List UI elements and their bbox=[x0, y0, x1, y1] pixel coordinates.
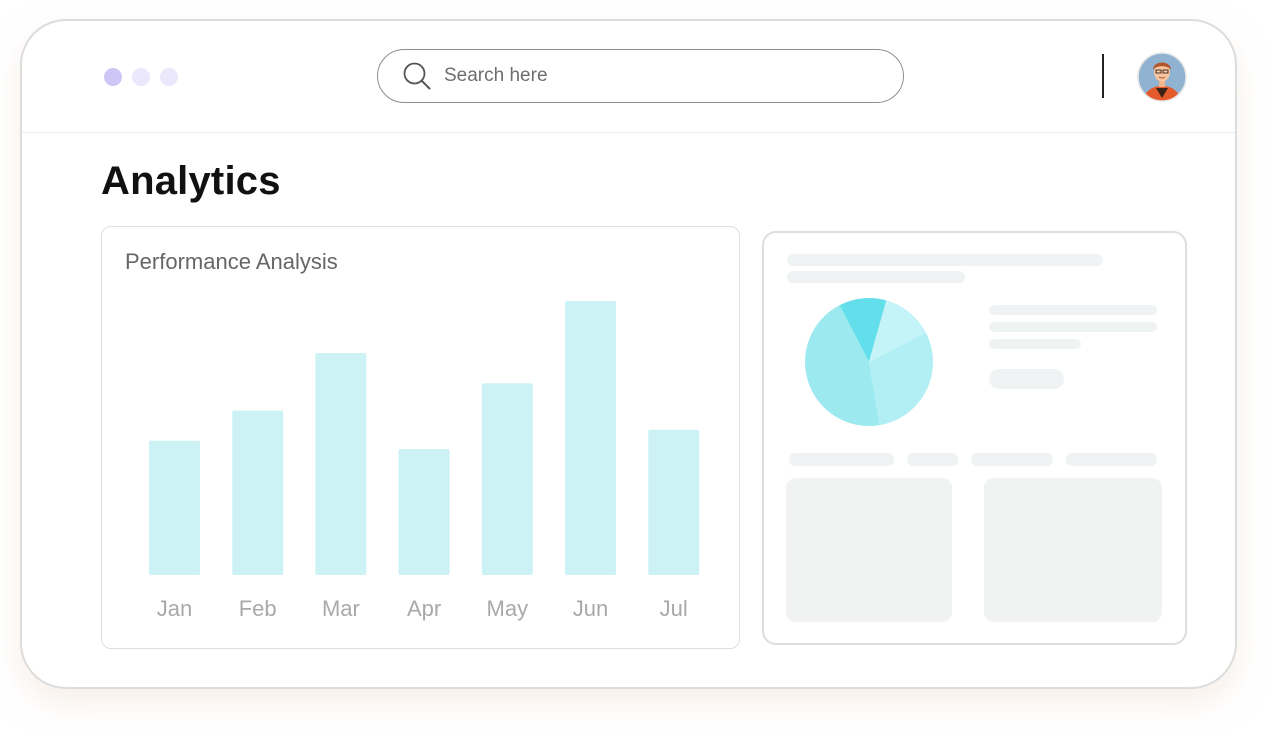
window-dot-3[interactable] bbox=[160, 68, 178, 86]
window-dot-2[interactable] bbox=[132, 68, 150, 86]
skeleton-line bbox=[989, 305, 1157, 315]
skeleton-line bbox=[989, 339, 1081, 349]
performance-bar-chart: Jan Feb Mar Apr May Jun Jul bbox=[149, 301, 700, 621]
skeleton-tab bbox=[907, 453, 958, 466]
bar-jul bbox=[648, 429, 700, 575]
top-bar bbox=[22, 21, 1235, 133]
page-title: Analytics bbox=[101, 159, 281, 203]
skeleton-tab bbox=[971, 453, 1053, 466]
person-avatar-icon[interactable] bbox=[1137, 52, 1187, 102]
x-tick-label: Feb bbox=[239, 596, 277, 621]
skeleton-panel bbox=[984, 478, 1162, 622]
bar-jun bbox=[565, 301, 616, 575]
summary-pie-chart bbox=[805, 298, 933, 426]
search-bar[interactable] bbox=[377, 49, 904, 103]
skeleton-pill bbox=[989, 369, 1064, 389]
performance-card: Performance Analysis Jan Feb Mar Apr May Jun J… bbox=[101, 226, 740, 649]
skeleton-panel bbox=[786, 478, 952, 622]
bar-apr bbox=[398, 448, 450, 575]
x-tick-label: Apr bbox=[407, 596, 441, 621]
search-icon[interactable] bbox=[402, 61, 432, 91]
header-divider bbox=[1102, 54, 1104, 98]
bar-may bbox=[481, 383, 533, 575]
x-tick-label: Jun bbox=[573, 596, 608, 621]
x-tick-label: Jan bbox=[157, 596, 192, 621]
x-tick-label: May bbox=[487, 596, 529, 621]
window-dot-1[interactable] bbox=[104, 68, 122, 86]
skeleton-line bbox=[989, 322, 1157, 332]
skeleton-line bbox=[787, 271, 965, 283]
x-tick-label: Jul bbox=[660, 596, 688, 621]
summary-card bbox=[762, 231, 1187, 645]
bar-feb bbox=[232, 410, 284, 575]
skeleton-tab bbox=[789, 453, 894, 466]
x-tick-label: Mar bbox=[322, 596, 360, 621]
app-window: Analytics Performance Analysis JanFebMar… bbox=[20, 19, 1237, 689]
skeleton-tab bbox=[1066, 453, 1157, 466]
search-input[interactable] bbox=[444, 62, 864, 90]
bar-mar bbox=[315, 353, 367, 575]
bar-jan bbox=[149, 440, 200, 575]
skeleton-line bbox=[787, 254, 1103, 266]
